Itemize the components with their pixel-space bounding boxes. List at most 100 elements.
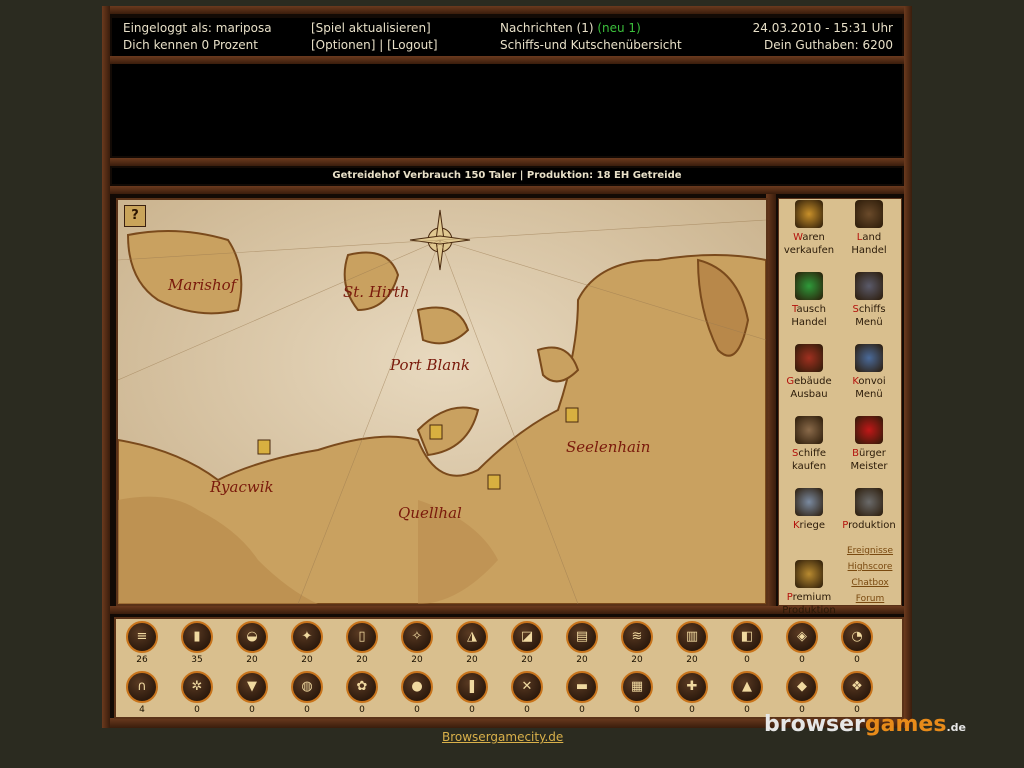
resource-icon[interactable]: ✲ [181,671,213,703]
options-link[interactable]: [Optionen] [311,38,375,52]
exchange-icon [795,272,823,300]
menu-item-initial: B [852,448,859,459]
menu-item[interactable]: Konvoi Menü [840,344,898,401]
menu-item-rest: chiffe [798,448,826,459]
menu-item-rest: ausch [796,304,826,315]
resource-icon[interactable]: ∩ [126,671,158,703]
menu-item[interactable]: Schiffe kaufen [780,416,838,473]
browsergames-logo: browsergames.de [764,712,966,737]
messages-link[interactable]: Nachrichten (1) [500,21,594,35]
resource-count: 0 [634,705,640,715]
menu-item[interactable]: Waren verkaufen [780,200,838,257]
options-logout: [Optionen] | [Logout] [311,38,438,52]
known-label: Dich kennen 0 Prozent [123,38,258,52]
resource-icon[interactable]: ≡ [126,621,158,653]
game-map[interactable]: Marishof St. Hirth Port Blank Ryacwik Qu… [116,198,768,606]
footer-link[interactable]: Browsergamecity.de [442,730,563,744]
balance: Dein Guthaben: 6200 [764,38,893,52]
menu-item-rest: and [862,232,882,243]
side-link-forum[interactable]: Forum [840,594,900,604]
resource-icon[interactable]: ◈ [786,621,818,653]
menu-item-initial: G [786,376,795,387]
town-label: Quellhal [398,504,462,522]
resource-icon[interactable]: ▼ [236,671,268,703]
header-bar: Eingeloggt als: mariposa Dich kennen 0 P… [112,18,902,56]
resource-icon[interactable]: ▮ [181,621,213,653]
resource-icon[interactable]: ▥ [676,621,708,653]
menu-item[interactable]: Gebäude Ausbau [780,344,838,401]
resource-icon[interactable]: ◆ [786,671,818,703]
resource-icon[interactable]: ◪ [511,621,543,653]
resource-icon[interactable]: ▲ [731,671,763,703]
resource-icon[interactable]: ✕ [511,671,543,703]
side-link-chatbox[interactable]: Chatbox [840,578,900,588]
separator: | [379,38,384,52]
resource-icon[interactable]: ◍ [291,671,323,703]
resource-count: 0 [799,655,805,665]
resource-icon[interactable]: ▬ [566,671,598,703]
resource-icon[interactable]: ▯ [346,621,378,653]
logo-text: browser [764,712,865,737]
menu-item[interactable]: Land Handel [840,200,898,257]
menu-item-rest: ürger [858,448,886,459]
menu-item-sub: kaufen [791,461,827,472]
wheel-icon [855,200,883,228]
logo-text: games [864,712,947,737]
resource-count: 0 [799,705,805,715]
frame-border [102,158,912,166]
resource-count: 20 [411,655,423,665]
town-label: Ryacwik [209,478,274,496]
resource-count: 0 [854,705,860,715]
side-link-ereignisse[interactable]: Ereignisse [840,546,900,556]
menu-item[interactable]: Premium Produktion [780,560,838,617]
resource-icon[interactable]: ◔ [841,621,873,653]
resource-count: 20 [686,655,698,665]
menu-item-rest: aren [802,232,825,243]
resource-icon[interactable]: ≋ [621,621,653,653]
building-info: Getreidehof Verbrauch 150 Taler | Produk… [112,168,902,184]
resource-icon[interactable]: ▤ [566,621,598,653]
menu-item-label: Schiffe [792,448,826,459]
resource-count: 35 [191,655,203,665]
resource-count: 20 [521,655,533,665]
menu-item[interactable]: Produktion [840,488,898,532]
resource-icon[interactable]: ◧ [731,621,763,653]
menu-item-initial: W [793,232,803,243]
refresh-link[interactable]: [Spiel aktualisieren] [311,21,431,35]
resource-icon[interactable]: ❚ [456,671,488,703]
resource-icon[interactable]: ✦ [291,621,323,653]
resource-icon[interactable]: ◮ [456,621,488,653]
menu-item-label: Kriege [793,520,825,531]
resource-count: 0 [359,705,365,715]
resource-icon[interactable]: ❖ [841,671,873,703]
menu-item-rest: ebäude [794,376,832,387]
overview-link[interactable]: Schiffs-und Kutschenübersicht [500,38,682,52]
resource-icon[interactable]: ✚ [676,671,708,703]
side-link-highscore[interactable]: Highscore [840,562,900,572]
logout-link[interactable]: [Logout] [387,38,437,52]
tools-icon [855,488,883,516]
resource-icon[interactable]: ● [401,671,433,703]
town-label: Marishof [167,276,239,294]
town-label: St. Hirth [343,283,410,301]
menu-item-rest: roduktion [848,520,896,531]
resource-icon[interactable]: ▦ [621,671,653,703]
menu-item[interactable]: Tausch Handel [780,272,838,329]
menu-item[interactable]: Kriege [780,488,838,532]
banner-area [112,64,902,156]
resource-icon[interactable]: ◒ [236,621,268,653]
menu-item-rest: riege [799,520,826,531]
menu-item-label: Produktion [842,520,896,531]
resource-icon[interactable]: ✧ [401,621,433,653]
menu-item-sub: verkaufen [783,245,835,256]
datetime: 24.03.2010 - 15:31 Uhr [752,21,893,35]
menu-item[interactable]: Bürger Meister [840,416,898,473]
town-label: Port Blank [389,356,470,374]
menu-item-label: Gebäude [786,376,831,387]
menu-item-label: Waren [793,232,825,243]
menu-item[interactable]: Schiffs Menü [840,272,898,329]
help-button[interactable]: ? [124,205,146,227]
ship-icon [855,272,883,300]
resource-icon[interactable]: ✿ [346,671,378,703]
menu-item-sub: Menü [855,317,883,328]
